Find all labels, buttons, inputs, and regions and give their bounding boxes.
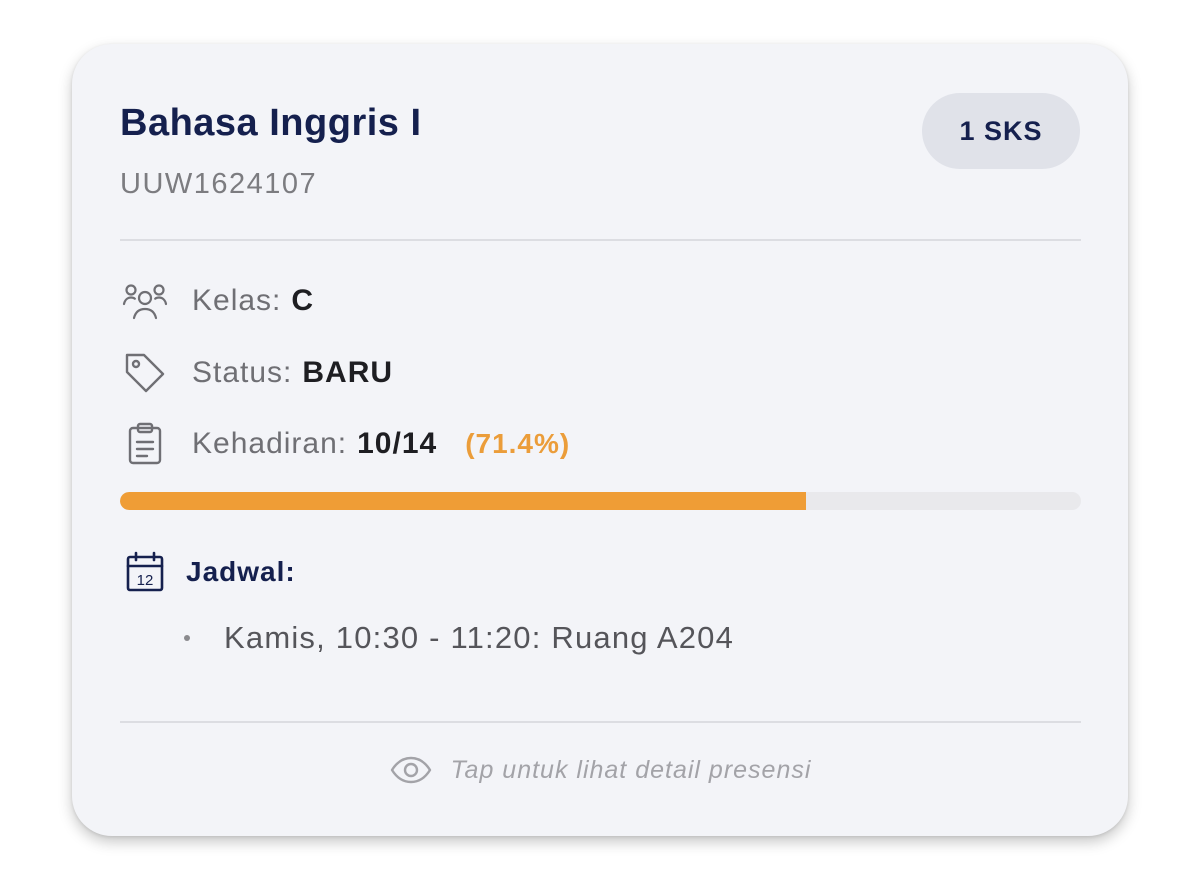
clipboard-icon xyxy=(120,419,170,469)
schedule-header: 12 Jadwal: xyxy=(120,547,296,597)
attendance-value: 10/14 xyxy=(357,427,438,460)
schedule-item: Kamis, 10:30 - 11:20: Ruang A204 xyxy=(184,620,734,656)
class-value: C xyxy=(291,284,315,317)
class-label: Kelas: xyxy=(192,284,282,317)
header-divider xyxy=(120,239,1081,241)
course-card[interactable]: Bahasa Inggris I UUW1624107 1 SKS Kelas:… xyxy=(72,44,1128,836)
schedule-label: Jadwal: xyxy=(186,556,296,587)
attendance-progress-fill xyxy=(120,492,807,510)
detail-hint-text: Tap untuk lihat detail presensi xyxy=(450,755,812,784)
svg-text:12: 12 xyxy=(137,572,154,589)
users-icon xyxy=(120,276,170,326)
status-row: Status: BARU xyxy=(120,348,393,398)
class-row: Kelas: C xyxy=(120,276,314,326)
status-label: Status: xyxy=(192,356,293,389)
footer-divider xyxy=(120,721,1081,723)
attendance-row: Kehadiran: 10/14 (71.4%) xyxy=(120,419,570,469)
attendance-percent: (71.4%) xyxy=(465,428,571,459)
course-code: UUW1624107 xyxy=(120,168,318,200)
tag-icon xyxy=(120,348,170,398)
eye-icon xyxy=(389,755,433,785)
credits-badge: 1 SKS xyxy=(922,93,1080,169)
detail-hint[interactable]: Tap untuk lihat detail presensi xyxy=(72,750,1128,790)
attendance-progress-bar xyxy=(120,492,1081,510)
attendance-label: Kehadiran: xyxy=(192,427,348,460)
course-title: Bahasa Inggris I xyxy=(120,102,422,144)
bullet-dot xyxy=(184,635,190,641)
calendar-icon: 12 xyxy=(120,547,170,597)
schedule-item-text: Kamis, 10:30 - 11:20: Ruang A204 xyxy=(224,620,735,655)
status-value: BARU xyxy=(302,356,394,389)
